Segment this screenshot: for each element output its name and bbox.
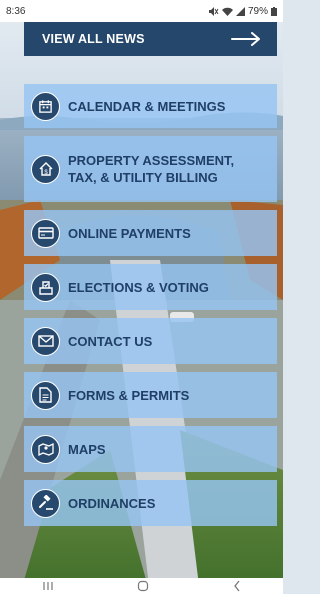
menu-item-label: CONTACT US: [68, 333, 153, 349]
status-indicators: 79%: [208, 5, 277, 17]
envelope-icon: [31, 326, 60, 356]
wifi-icon: [221, 7, 233, 16]
status-bar: 8:36 79%: [0, 0, 283, 22]
menu-item-property[interactable]: $ PROPERTY ASSESSMENT, TAX, & UTILITY BI…: [24, 136, 277, 202]
menu-item-label: FORMS & PERMITS: [68, 387, 190, 403]
menu-item-payments[interactable]: ONLINE PAYMENTS: [24, 210, 277, 256]
android-nav-bar: [0, 578, 283, 594]
menu-item-label: PROPERTY ASSESSMENT, TAX, & UTILITY BILL…: [68, 153, 235, 185]
calendar-icon: [31, 91, 60, 121]
view-all-news-button[interactable]: VIEW ALL NEWS: [24, 22, 277, 56]
menu-item-label: ELECTIONS & VOTING: [68, 279, 209, 295]
menu-item-label: ONLINE PAYMENTS: [68, 225, 191, 241]
signal-icon: [235, 6, 245, 16]
ballot-box-icon: [31, 272, 60, 302]
back-icon[interactable]: [233, 580, 241, 592]
view-all-news-label: VIEW ALL NEWS: [42, 32, 145, 46]
mute-icon: [208, 6, 219, 16]
battery-percent: 79%: [247, 5, 268, 17]
menu-item-forms[interactable]: FORMS & PERMITS: [24, 372, 277, 418]
map-icon: [31, 434, 60, 464]
menu-item-label: ORDINANCES: [68, 495, 156, 511]
menu-item-contact[interactable]: CONTACT US: [24, 318, 277, 364]
house-dollar-icon: $: [31, 154, 60, 184]
home-icon[interactable]: [137, 580, 149, 592]
recents-icon[interactable]: [42, 581, 54, 591]
gavel-icon: [31, 488, 60, 518]
menu-item-label: CALENDAR & MEETINGS: [68, 98, 226, 114]
menu-item-ordinances[interactable]: ORDINANCES: [24, 480, 277, 526]
battery-icon: [271, 6, 277, 16]
arrow-right-icon: [231, 32, 260, 46]
menu-item-calendar[interactable]: CALENDAR & MEETINGS: [24, 84, 277, 128]
menu-item-label: MAPS: [68, 441, 106, 457]
credit-card-icon: [31, 218, 60, 248]
menu-item-elections[interactable]: ELECTIONS & VOTING: [24, 264, 277, 310]
status-time: 8:36: [6, 5, 26, 17]
menu-item-maps[interactable]: MAPS: [24, 426, 277, 472]
document-icon: [31, 380, 60, 410]
